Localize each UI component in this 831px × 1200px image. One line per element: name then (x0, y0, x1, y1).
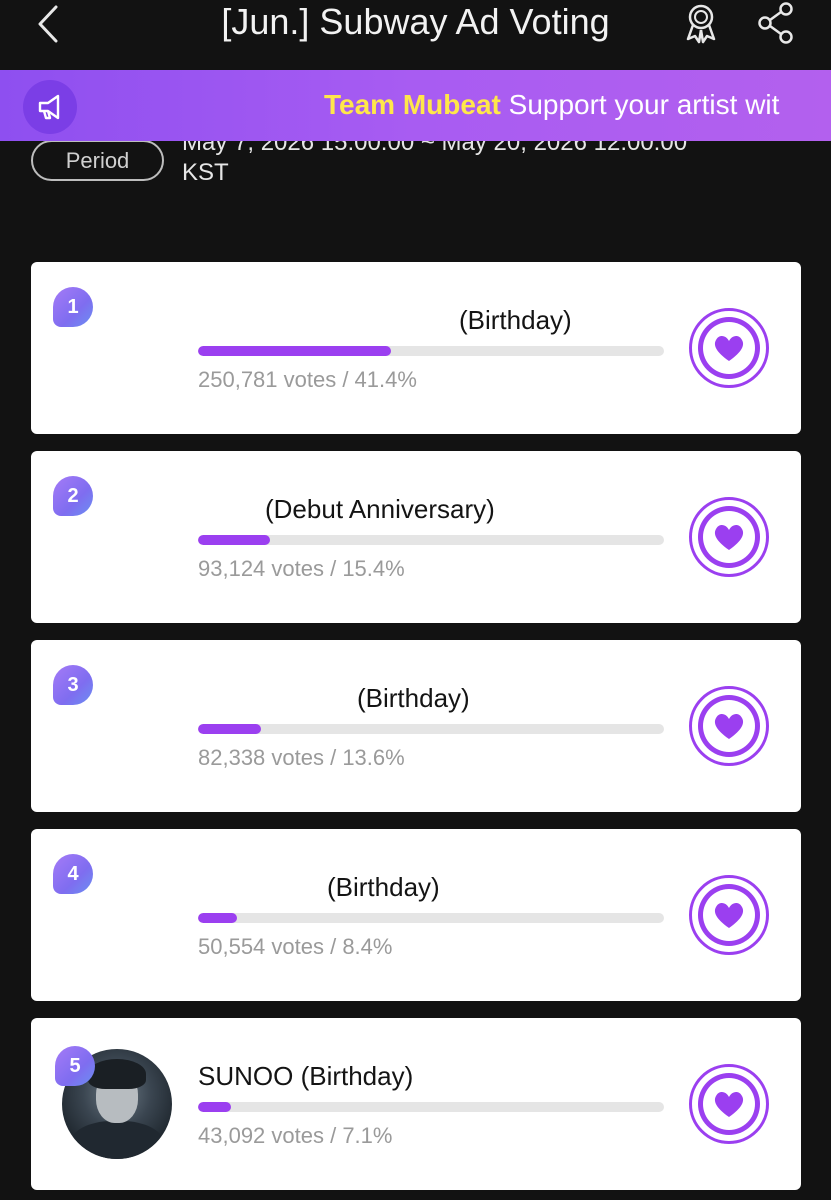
vote-count: 43,092 votes / 7.1% (198, 1123, 393, 1148)
vote-heart-button[interactable] (689, 308, 769, 388)
chevron-left-icon (38, 5, 58, 43)
candidate-name: SUNOO (Birthday) (198, 1061, 414, 1091)
vote-progress-fill (198, 535, 270, 545)
heart-icon (714, 524, 744, 550)
megaphone-icon (23, 80, 77, 134)
banner-team: Team Mubeat (324, 89, 501, 120)
page-title: [Jun.] Subway Ad Voting (221, 1, 610, 42)
vote-progress-bar (198, 346, 664, 356)
award-button[interactable] (676, 0, 726, 46)
vote-progress-fill (198, 724, 262, 734)
period-label: Period (31, 140, 164, 181)
vote-progress-fill (198, 913, 238, 923)
vote-count: 82,338 votes / 13.6% (198, 745, 405, 770)
vote-count: 93,124 votes / 15.4% (198, 556, 405, 581)
rank-badge: 4 (53, 854, 93, 894)
vote-heart-button[interactable] (689, 1064, 769, 1144)
app: [Jun.] Subway Ad Voting Team Mubeat Supp… (0, 0, 831, 1200)
rank-badge: 2 (53, 476, 93, 516)
share-icon (758, 2, 793, 44)
vote-count: 50,554 votes / 8.4% (198, 934, 393, 959)
vote-heart-button[interactable] (689, 875, 769, 955)
candidate-name: (Birthday) (357, 683, 470, 713)
candidate-name: (Birthday) (459, 305, 572, 335)
rank-badge: 3 (53, 665, 93, 705)
vote-progress-bar (198, 535, 664, 545)
heart-icon (714, 1091, 744, 1117)
banner-message: Support your artist wit (508, 89, 780, 120)
heart-icon (714, 902, 744, 928)
candidate-name: (Birthday) (327, 872, 440, 902)
share-button[interactable] (752, 0, 800, 46)
vote-progress-fill (198, 1102, 232, 1112)
banner-text: Team Mubeat Support your artist wit (324, 87, 779, 123)
rank-badge: 5 (55, 1046, 95, 1086)
vote-heart-button[interactable] (689, 686, 769, 766)
vote-progress-bar (198, 724, 664, 734)
candidate-card[interactable]: 4 (Birthday) 50,554 votes / 8.4% (31, 829, 801, 1001)
candidate-card[interactable]: 2 (Debut Anniversary) 93,124 votes / 15.… (31, 451, 801, 623)
header: [Jun.] Subway Ad Voting (0, 0, 831, 70)
vote-heart-button[interactable] (689, 497, 769, 577)
vote-progress-fill (198, 346, 391, 356)
rank-badge: 1 (53, 287, 93, 327)
candidate-name: (Debut Anniversary) (265, 494, 495, 524)
vote-progress-bar (198, 913, 664, 923)
heart-icon (714, 713, 744, 739)
candidate-card[interactable]: 1 (Birthday) 250,781 votes / 41.4% (31, 262, 801, 434)
candidate-card[interactable]: 5 SUNOO (Birthday) 43,092 votes / 7.1% (31, 1018, 801, 1190)
award-ribbon-icon (686, 4, 716, 44)
vote-count: 250,781 votes / 41.4% (198, 367, 417, 392)
candidate-card[interactable]: 3 (Birthday) 82,338 votes / 13.6% (31, 640, 801, 812)
heart-icon (714, 335, 744, 361)
announcement-banner[interactable]: Team Mubeat Support your artist wit (0, 70, 831, 141)
back-button[interactable] (26, 4, 70, 44)
vote-progress-bar (198, 1102, 664, 1112)
